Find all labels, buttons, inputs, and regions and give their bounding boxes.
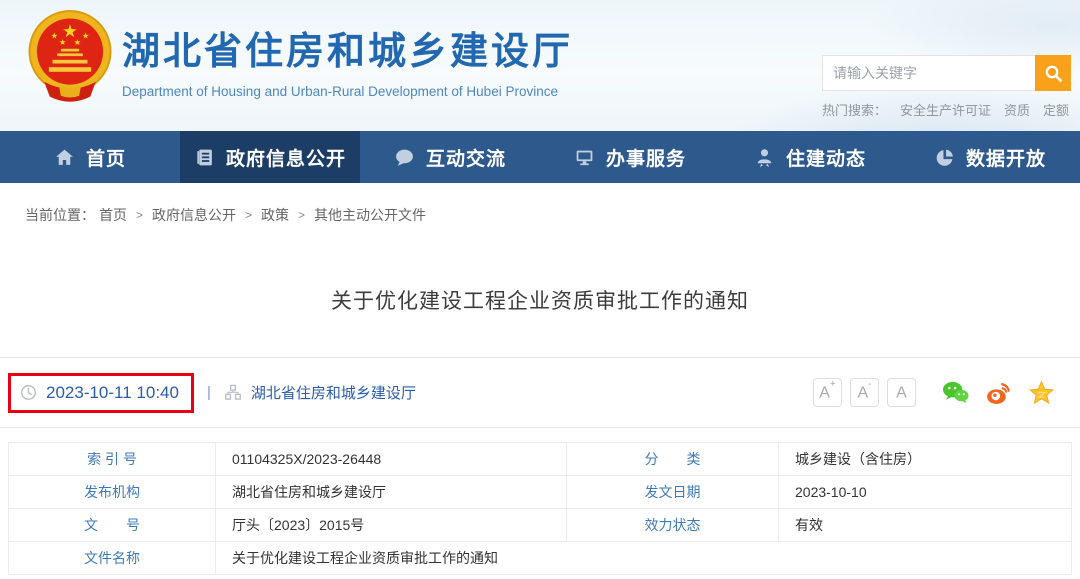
- info-value-doc-name: 关于优化建设工程企业资质审批工作的通知: [216, 542, 1072, 575]
- info-label-doc-name: 文件名称: [9, 542, 216, 575]
- info-label-index: 索 引 号: [9, 443, 216, 476]
- weibo-icon[interactable]: [985, 380, 1012, 405]
- nav-item-label: 首页: [86, 144, 126, 171]
- article-meta-bar: 2023-10-11 10:40 | 湖北省住房和城乡建设厅 A+ A- A: [0, 357, 1080, 428]
- qzone-icon[interactable]: [1028, 380, 1055, 405]
- breadcrumb-separator: >: [245, 208, 252, 222]
- hot-search-item[interactable]: 定额: [1043, 100, 1069, 119]
- meta-divider: |: [207, 384, 211, 401]
- publish-time: 2023-10-11 10:40: [46, 383, 179, 403]
- breadcrumb-item-open-files[interactable]: 其他主动公开文件: [314, 205, 426, 225]
- nav-item-label: 数据开放: [966, 144, 1046, 171]
- monitor-icon: [574, 147, 595, 168]
- hot-search-item[interactable]: 安全生产许可证: [900, 100, 991, 119]
- nav-item-gov-info[interactable]: 政府信息公开: [180, 131, 360, 183]
- font-larger-button[interactable]: A+: [813, 378, 842, 407]
- document-icon: [194, 147, 215, 168]
- site-subtitle: Department of Housing and Urban-Rural De…: [122, 84, 573, 99]
- font-reset-button[interactable]: A: [887, 378, 916, 407]
- annotation-box: 2023-10-11 10:40: [8, 373, 194, 413]
- nav-item-home[interactable]: 首页: [0, 131, 180, 183]
- nav-item-open-data[interactable]: 数据开放: [900, 131, 1080, 183]
- info-value-validity: 有效: [779, 509, 1072, 542]
- info-value-doc-number: 厅头〔2023〕2015号: [216, 509, 567, 542]
- clock-icon: [20, 384, 37, 401]
- info-label-category: 分 类: [567, 443, 779, 476]
- page: ★ ★ ★ ★ ★ 湖北省住房和城乡建设厅 Department of Hous…: [0, 0, 1080, 579]
- article-meta-right: A+ A- A: [813, 378, 1055, 407]
- article-source: 湖北省住房和城乡建设厅: [251, 382, 416, 403]
- table-row: 文件名称 关于优化建设工程企业资质审批工作的通知: [9, 542, 1072, 575]
- breadcrumb-label: 当前位置：: [25, 205, 95, 225]
- nav-item-services[interactable]: 办事服务: [540, 131, 720, 183]
- org-chart-icon: [224, 384, 242, 401]
- svg-text:★: ★: [82, 32, 89, 41]
- info-value-index: 01104325X/2023-26448: [216, 443, 567, 476]
- home-icon: [54, 147, 75, 168]
- nav-item-news[interactable]: 住建动态: [720, 131, 900, 183]
- article-meta-left: 2023-10-11 10:40 | 湖北省住房和城乡建设厅: [8, 373, 416, 413]
- info-label-agency: 发布机构: [9, 476, 216, 509]
- svg-text:★: ★: [74, 38, 81, 47]
- breadcrumb-separator: >: [136, 208, 143, 222]
- info-value-category: 城乡建设（含住房）: [779, 443, 1072, 476]
- site-header: ★ ★ ★ ★ ★ 湖北省住房和城乡建设厅 Department of Hous…: [0, 0, 1080, 131]
- table-row: 文 号 厅头〔2023〕2015号 效力状态 有效: [9, 509, 1072, 542]
- site-title-block: 湖北省住房和城乡建设厅 Department of Housing and Ur…: [122, 20, 573, 99]
- font-size-controls: A+ A- A: [813, 378, 916, 407]
- info-label-doc-number: 文 号: [9, 509, 216, 542]
- article-title: 关于优化建设工程企业资质审批工作的通知: [0, 285, 1080, 315]
- table-row: 发布机构 湖北省住房和城乡建设厅 发文日期 2023-10-10: [9, 476, 1072, 509]
- site-title: 湖北省住房和城乡建设厅: [122, 20, 573, 75]
- breadcrumb-item-gov-info[interactable]: 政府信息公开: [152, 205, 236, 225]
- font-smaller-button[interactable]: A-: [850, 378, 879, 407]
- search-input[interactable]: [822, 55, 1035, 91]
- nav-item-label: 互动交流: [426, 144, 506, 171]
- info-label-issue-date: 发文日期: [567, 476, 779, 509]
- info-value-issue-date: 2023-10-10: [779, 476, 1072, 509]
- document-info-table: 索 引 号 01104325X/2023-26448 分 类 城乡建设（含住房）…: [8, 442, 1072, 575]
- hot-search-label: 热门搜索：: [822, 100, 887, 119]
- main-nav: 首页 政府信息公开 互动交流: [0, 131, 1080, 183]
- svg-text:★: ★: [59, 38, 66, 47]
- breadcrumb-separator: >: [298, 208, 305, 222]
- hot-search: 热门搜索： 安全生产许可证 资质 定额: [822, 100, 1069, 119]
- search-button[interactable]: [1035, 55, 1071, 91]
- wechat-icon[interactable]: [942, 380, 969, 405]
- svg-text:★: ★: [51, 32, 58, 41]
- breadcrumb-item-home[interactable]: 首页: [99, 205, 127, 225]
- search-bar: [822, 55, 1071, 91]
- person-badge-icon: [754, 147, 775, 168]
- china-national-emblem-icon: ★ ★ ★ ★ ★: [24, 8, 116, 108]
- pie-chart-icon: [934, 147, 955, 168]
- nav-item-label: 住建动态: [786, 144, 866, 171]
- nav-item-interaction[interactable]: 互动交流: [360, 131, 540, 183]
- breadcrumb-item-policy[interactable]: 政策: [261, 205, 289, 225]
- info-label-validity: 效力状态: [567, 509, 779, 542]
- search-icon: [1044, 64, 1063, 83]
- source-group: 湖北省住房和城乡建设厅: [224, 382, 416, 403]
- chat-bubble-icon: [394, 147, 415, 168]
- nav-item-label: 政府信息公开: [226, 144, 346, 171]
- table-row: 索 引 号 01104325X/2023-26448 分 类 城乡建设（含住房）: [9, 443, 1072, 476]
- nav-item-label: 办事服务: [606, 144, 686, 171]
- info-value-agency: 湖北省住房和城乡建设厅: [216, 476, 567, 509]
- breadcrumb: 当前位置： 首页 > 政府信息公开 > 政策 > 其他主动公开文件: [25, 205, 1080, 225]
- hot-search-item[interactable]: 资质: [1004, 100, 1030, 119]
